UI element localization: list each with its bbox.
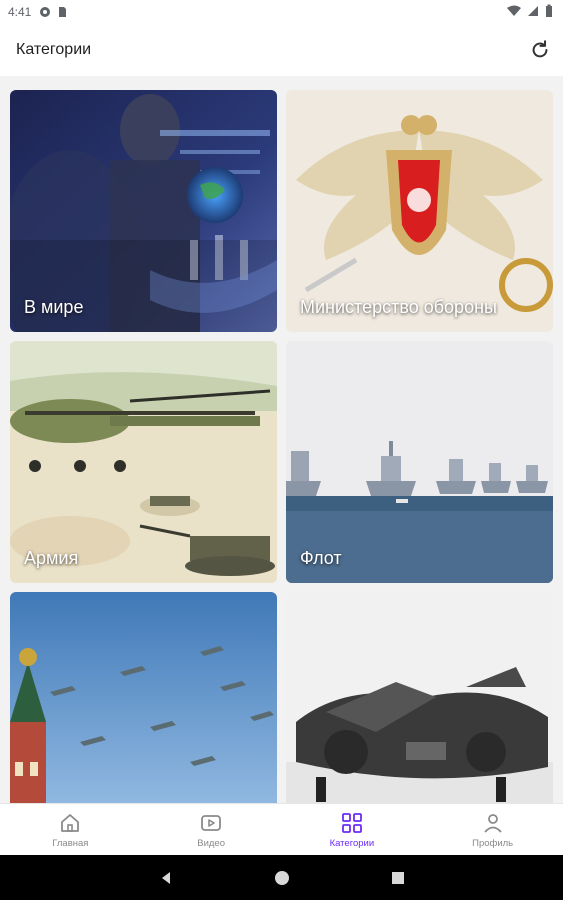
home-system-button[interactable] (272, 868, 292, 888)
category-card-airforce[interactable] (10, 592, 277, 803)
wifi-icon (507, 5, 521, 16)
nav-label: Главная (52, 838, 89, 849)
nav-label: Категории (329, 838, 375, 849)
category-card-navy[interactable]: Флот (286, 341, 553, 583)
emblem-image (286, 90, 553, 332)
refresh-icon (532, 40, 548, 58)
world-image (10, 90, 277, 332)
person-icon (483, 814, 502, 833)
sim-icon (59, 7, 67, 17)
nav-label: Профиль (472, 838, 514, 849)
app-bar: Категории (0, 24, 563, 76)
nav-item-categories[interactable]: Категории (282, 804, 423, 856)
category-label: В мире (24, 297, 84, 317)
category-label: Армия (24, 548, 79, 568)
bottom-navigation: Главная Видео Категории Профиль (0, 803, 563, 856)
recents-button[interactable] (388, 868, 408, 888)
grid-icon (341, 813, 362, 833)
status-bar: 4:41 (0, 0, 563, 24)
army-image (10, 341, 277, 583)
home-icon (61, 814, 80, 832)
category-card-aviation[interactable] (286, 592, 553, 803)
back-icon (161, 871, 170, 884)
airforce-image (10, 592, 277, 803)
category-card-world[interactable]: В мире (10, 90, 277, 332)
home-circle-icon (274, 870, 289, 885)
category-card-ministry[interactable]: Министерство обороны (286, 90, 553, 332)
category-label: Министерство обороны (300, 297, 497, 317)
category-card-army[interactable]: Армия (10, 341, 277, 583)
status-right-icons (507, 4, 553, 18)
recents-icon (391, 871, 404, 884)
refresh-button[interactable] (527, 37, 553, 63)
category-label: Флот (300, 548, 342, 568)
signal-icon (528, 6, 538, 16)
nav-item-profile[interactable]: Профиль (422, 804, 563, 856)
nav-item-video[interactable]: Видео (141, 804, 282, 856)
sync-icon (40, 7, 51, 17)
back-button[interactable] (156, 868, 176, 888)
navy-image (286, 341, 553, 583)
nav-label: Видео (197, 838, 225, 849)
aviation-image (286, 592, 553, 803)
nav-item-home[interactable]: Главная (0, 804, 141, 856)
categories-grid: В мире Министерство обороны Армия Флот (0, 76, 563, 803)
status-left-icons (39, 6, 68, 18)
status-time: 4:41 (8, 5, 32, 19)
system-navigation-bar (0, 855, 563, 900)
page-title: Категории (16, 41, 92, 58)
video-icon (201, 815, 222, 831)
battery-icon (546, 4, 552, 17)
